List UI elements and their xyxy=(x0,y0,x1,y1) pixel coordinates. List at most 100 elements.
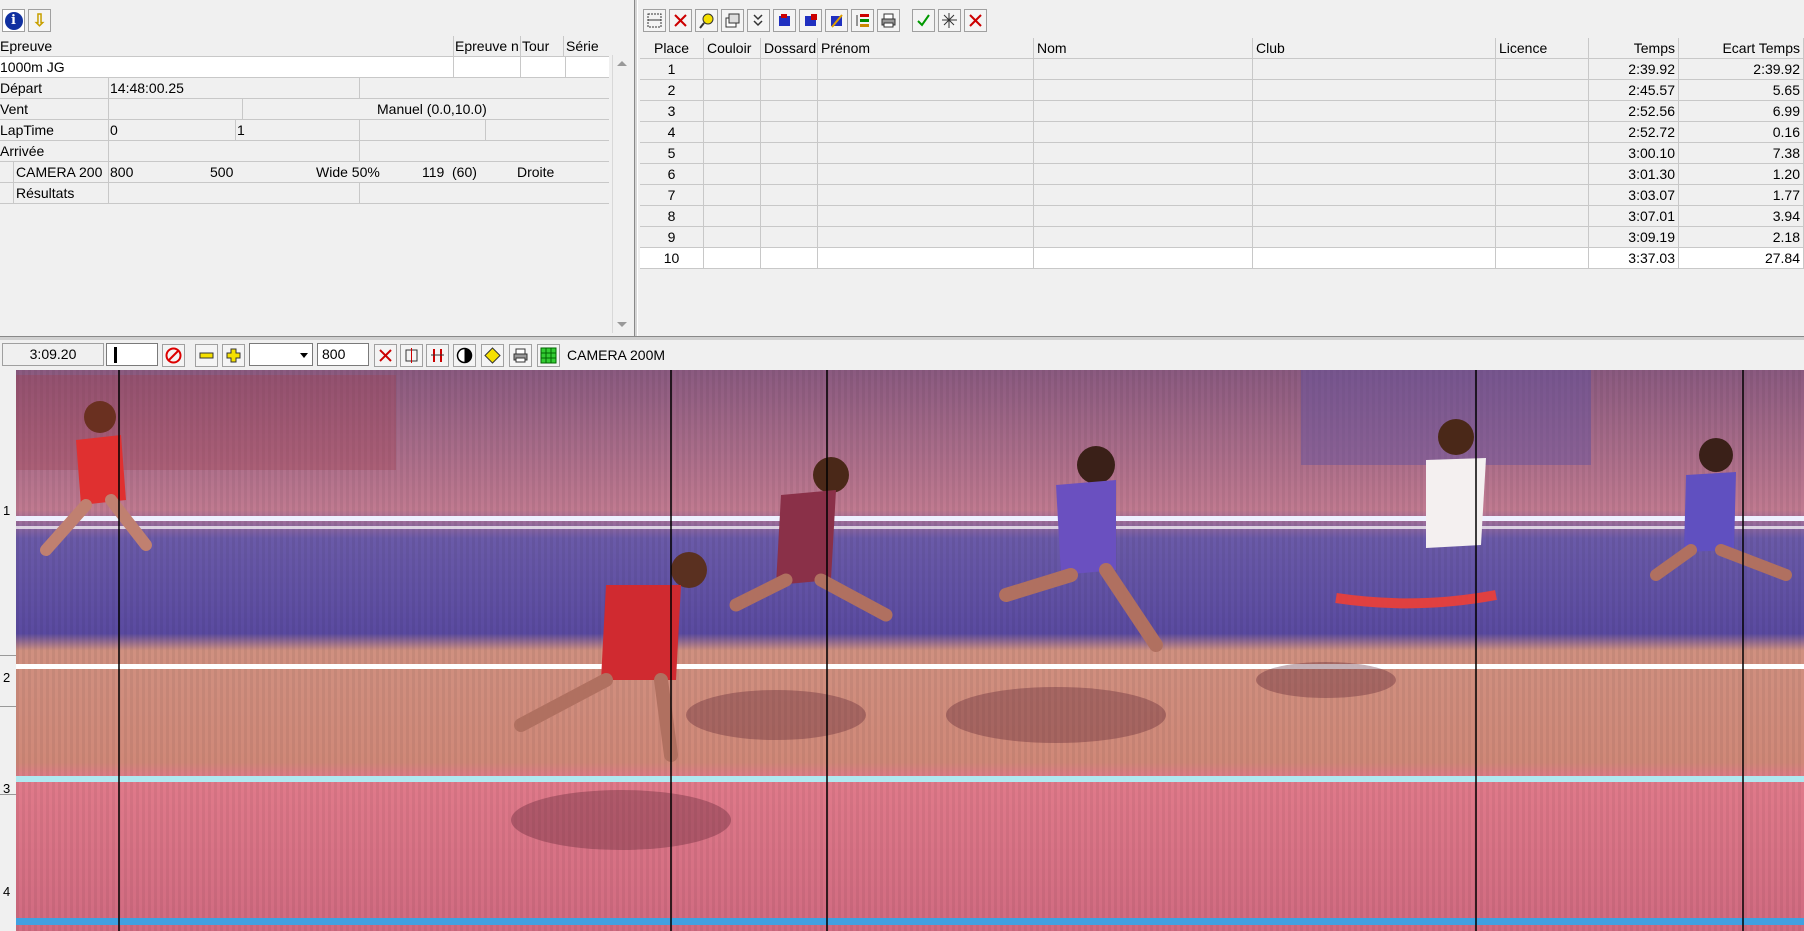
zoom-in-button[interactable] xyxy=(222,344,245,367)
table-cell[interactable] xyxy=(1034,59,1253,80)
table-cell[interactable] xyxy=(1253,164,1496,185)
table-cell[interactable] xyxy=(1034,80,1253,101)
arrivee-row[interactable]: Arrivée xyxy=(0,141,609,162)
table-cell[interactable] xyxy=(1034,143,1253,164)
table-cell[interactable] xyxy=(1496,122,1589,143)
table-cell[interactable] xyxy=(1034,227,1253,248)
resultats-row[interactable]: Résultats xyxy=(0,183,609,204)
info-button[interactable]: i xyxy=(2,9,25,32)
zoom-select[interactable] xyxy=(249,343,313,366)
table-cell[interactable]: 5.65 xyxy=(1679,80,1804,101)
table-cell[interactable]: 2:52.56 xyxy=(1589,101,1679,122)
table-cell[interactable] xyxy=(1253,101,1496,122)
table-cell[interactable] xyxy=(1496,185,1589,206)
table-cell[interactable] xyxy=(818,101,1034,122)
column-header[interactable]: Couloir xyxy=(704,38,761,59)
table-cell[interactable] xyxy=(704,143,761,164)
table-cell[interactable] xyxy=(761,248,818,269)
camera-row[interactable]: CAMERA 200 800 500 Wide 50% 119 (60) Dro… xyxy=(0,162,609,183)
table-cell[interactable] xyxy=(761,59,818,80)
table-row[interactable]: 7 xyxy=(640,185,704,206)
table-cell[interactable] xyxy=(1034,248,1253,269)
table-cell[interactable]: 7.38 xyxy=(1679,143,1804,164)
table-cell[interactable] xyxy=(818,185,1034,206)
delete-selection-button[interactable] xyxy=(669,9,692,32)
table-cell[interactable]: 2:45.57 xyxy=(1589,80,1679,101)
book-button-2[interactable] xyxy=(799,9,822,32)
table-cell[interactable] xyxy=(1496,59,1589,80)
scroll-down-icon[interactable] xyxy=(617,322,627,327)
print-photo-button[interactable] xyxy=(509,344,532,367)
table-cell[interactable]: 2:39.92 xyxy=(1589,59,1679,80)
table-cell[interactable] xyxy=(1034,101,1253,122)
zoom-out-button[interactable] xyxy=(195,344,218,367)
table-row[interactable]: 10 xyxy=(640,248,704,269)
table-cell[interactable] xyxy=(704,248,761,269)
table-cell[interactable]: 0.16 xyxy=(1679,122,1804,143)
table-cell[interactable] xyxy=(761,227,818,248)
table-cell[interactable] xyxy=(1253,206,1496,227)
table-row[interactable]: 2 xyxy=(640,80,704,101)
column-header[interactable]: Prénom xyxy=(818,38,1034,59)
column-header[interactable]: Place xyxy=(640,38,704,59)
table-cell[interactable]: 1.20 xyxy=(1679,164,1804,185)
column-header[interactable]: Dossard xyxy=(761,38,818,59)
time-field[interactable]: 3:09.20 xyxy=(2,343,104,366)
table-cell[interactable] xyxy=(761,143,818,164)
print-button[interactable] xyxy=(877,9,900,32)
table-cell[interactable]: 1.77 xyxy=(1679,185,1804,206)
copy-button[interactable] xyxy=(721,9,744,32)
table-cell[interactable] xyxy=(704,101,761,122)
table-row[interactable]: 6 xyxy=(640,164,704,185)
table-cell[interactable] xyxy=(818,143,1034,164)
table-cell[interactable] xyxy=(1496,248,1589,269)
grid-button[interactable] xyxy=(537,344,560,367)
zoom-value-field[interactable]: 800 xyxy=(317,343,369,366)
table-cell[interactable] xyxy=(704,164,761,185)
table-cell[interactable] xyxy=(1496,143,1589,164)
table-cell[interactable] xyxy=(704,185,761,206)
column-header[interactable]: Nom xyxy=(1034,38,1253,59)
table-cell[interactable]: 3:09.19 xyxy=(1589,227,1679,248)
table-cell[interactable] xyxy=(1034,164,1253,185)
table-cell[interactable] xyxy=(1253,122,1496,143)
table-cell[interactable]: 3:00.10 xyxy=(1589,143,1679,164)
photofinish-image[interactable] xyxy=(16,370,1804,931)
table-cell[interactable]: 2:39.92 xyxy=(1679,59,1804,80)
table-row[interactable]: 1 xyxy=(640,59,704,80)
vent-row[interactable]: Vent Manuel (0.0,10.0) xyxy=(0,99,609,120)
table-cell[interactable] xyxy=(704,122,761,143)
vertical-splitter[interactable] xyxy=(634,0,638,336)
table-cell[interactable]: 3.94 xyxy=(1679,206,1804,227)
table-cell[interactable] xyxy=(1034,206,1253,227)
table-cell[interactable] xyxy=(761,164,818,185)
split-button[interactable] xyxy=(938,9,961,32)
table-cell[interactable]: 3:37.03 xyxy=(1589,248,1679,269)
table-cell[interactable] xyxy=(1496,101,1589,122)
column-header[interactable]: Temps xyxy=(1589,38,1679,59)
column-header[interactable]: Ecart Temps xyxy=(1679,38,1804,59)
lines-button[interactable] xyxy=(426,344,449,367)
search-button[interactable] xyxy=(695,9,718,32)
table-row[interactable]: 8 xyxy=(640,206,704,227)
table-cell[interactable] xyxy=(818,164,1034,185)
table-cell[interactable] xyxy=(1253,248,1496,269)
table-row[interactable]: 4 xyxy=(640,122,704,143)
table-cell[interactable] xyxy=(1253,59,1496,80)
table-cell[interactable] xyxy=(1496,227,1589,248)
table-cell[interactable] xyxy=(1253,143,1496,164)
event-name-row[interactable]: 1000m JG xyxy=(0,57,609,78)
table-cell[interactable] xyxy=(761,206,818,227)
brightness-button[interactable] xyxy=(481,344,504,367)
contrast-button[interactable] xyxy=(453,344,476,367)
tree-button[interactable] xyxy=(851,9,874,32)
book-button-3[interactable] xyxy=(825,9,848,32)
table-cell[interactable] xyxy=(1253,227,1496,248)
table-row[interactable]: 3 xyxy=(640,101,704,122)
sort-button[interactable] xyxy=(747,9,770,32)
table-cell[interactable] xyxy=(1253,80,1496,101)
table-cell[interactable]: 2.18 xyxy=(1679,227,1804,248)
table-cell[interactable] xyxy=(761,122,818,143)
table-cell[interactable] xyxy=(1496,80,1589,101)
table-cell[interactable] xyxy=(1496,206,1589,227)
